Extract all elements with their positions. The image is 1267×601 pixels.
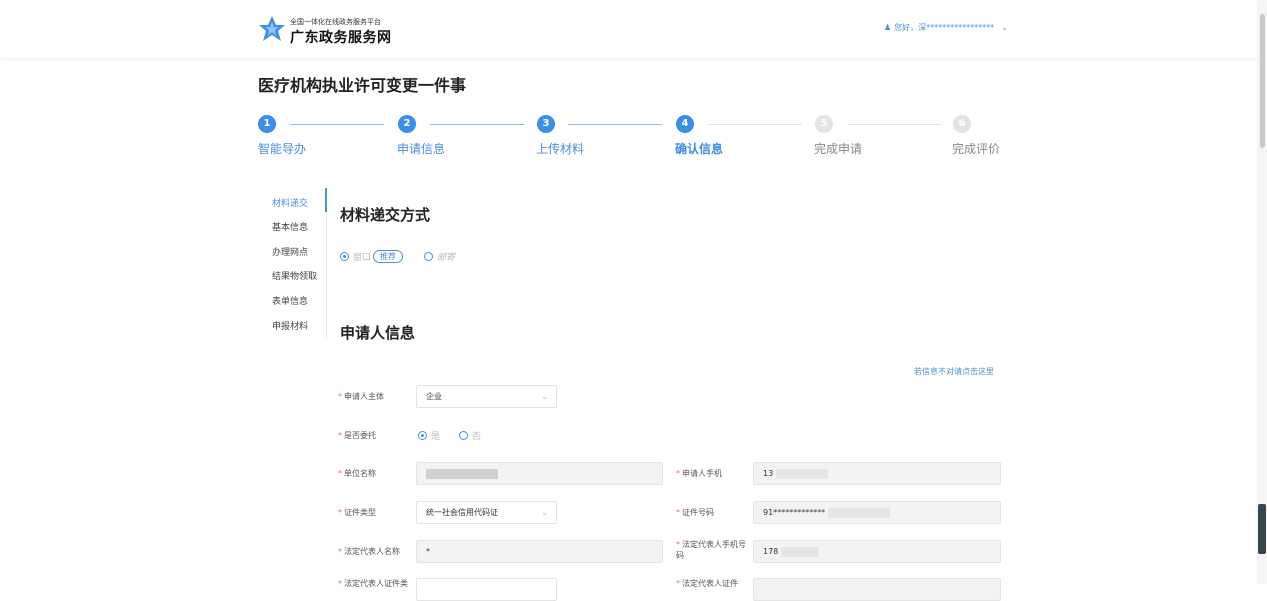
legal-phone-value: 178: [763, 547, 779, 556]
phone-value: 13: [763, 469, 774, 478]
cert-type-select[interactable]: 统一社会信用代码证 ⌄: [416, 501, 557, 524]
step-2-label: 申请信息: [397, 142, 446, 156]
delivery-section-title: 材料递交方式: [340, 206, 431, 224]
user-icon: ♟: [884, 23, 892, 32]
step-6-number: 6: [953, 115, 971, 133]
entrust-yes-option[interactable]: 是: [418, 429, 440, 442]
org-name-field[interactable]: [416, 462, 663, 485]
correction-link[interactable]: 若信息不对请点击这里: [914, 366, 994, 377]
step-5-number: 5: [815, 115, 833, 133]
entrust-label: * 是否委托: [338, 431, 376, 440]
anchor-nav-indicator: [325, 188, 327, 212]
step-3-label: 上传材料: [536, 142, 585, 156]
anchor-item-materials[interactable]: 申报材料: [272, 319, 308, 332]
delivery-option-mail-label: 邮寄: [437, 253, 456, 263]
user-menu[interactable]: ♟ 您好，深***************** ⌄: [884, 22, 1008, 33]
entrust-no-label: 否: [472, 432, 482, 442]
redacted-value: [780, 546, 819, 557]
step-4-label: 确认信息: [675, 142, 724, 156]
site-logo-icon[interactable]: [258, 15, 286, 43]
anchor-item-service-point[interactable]: 办理网点: [272, 245, 308, 258]
legal-phone-field[interactable]: 178: [753, 540, 1001, 563]
legal-name-label: * 法定代表人名称: [338, 547, 400, 556]
phone-field[interactable]: 13: [753, 462, 1001, 485]
redacted-value: [827, 507, 890, 518]
step-4-number: 4: [676, 115, 694, 133]
subject-label: * 申请人主体: [338, 392, 384, 401]
logo-subtitle: 全国一体化在线政务服务平台: [290, 18, 381, 26]
delivery-option-window[interactable]: 窗口 推荐: [340, 250, 404, 263]
legal-name-field[interactable]: *: [416, 540, 663, 563]
phone-label: * 申请人手机: [676, 469, 722, 478]
step-connector: [430, 124, 524, 125]
legal-cert-no-field[interactable]: [753, 578, 1001, 601]
step-2-number: 2: [398, 115, 416, 133]
radio-unchecked-icon[interactable]: [424, 252, 433, 261]
radio-unchecked-icon[interactable]: [459, 431, 468, 440]
subject-value: 企业: [426, 392, 442, 401]
cert-no-value: 91*************: [763, 508, 826, 517]
recommend-badge: 推荐: [373, 250, 404, 263]
step-connector: [847, 124, 941, 125]
logo-title[interactable]: 广东政务服务网: [290, 27, 392, 47]
chevron-down-icon: ⌄: [1001, 23, 1008, 32]
step-connector: [290, 124, 384, 125]
side-float-widget[interactable]: [1258, 504, 1266, 554]
legal-cert-type-select[interactable]: [416, 578, 557, 601]
chevron-down-icon: ⌄: [541, 392, 548, 401]
legal-name-value: *: [426, 547, 430, 556]
anchor-item-delivery[interactable]: 材料递交: [272, 196, 308, 209]
entrust-no-option[interactable]: 否: [459, 429, 481, 442]
radio-checked-icon[interactable]: [340, 252, 349, 261]
applicant-section-title: 申请人信息: [340, 324, 416, 342]
redacted-value: [775, 468, 828, 479]
cert-no-field[interactable]: 91*************: [753, 501, 1001, 524]
redacted-value: [426, 468, 498, 479]
step-1-label: 智能导办: [258, 142, 307, 156]
entrust-yes-label: 是: [431, 432, 441, 442]
top-header: 全国一体化在线政务服务平台 广东政务服务网 ♟ 您好，深************…: [0, 0, 1267, 58]
step-6-label: 完成评价: [952, 142, 1001, 156]
step-connector: [568, 124, 662, 125]
cert-type-value: 统一社会信用代码证: [426, 508, 498, 517]
radio-checked-icon[interactable]: [418, 431, 427, 440]
step-1-number: 1: [258, 115, 276, 133]
anchor-item-basic-info[interactable]: 基本信息: [272, 220, 308, 233]
cert-no-label: * 证件号码: [676, 508, 714, 517]
cert-type-label: * 证件类型: [338, 508, 376, 517]
delivery-option-window-label: 窗口: [353, 253, 372, 263]
step-3-number: 3: [537, 115, 555, 133]
org-name-label: * 单位名称: [338, 469, 376, 478]
scrollbar-thumb[interactable]: [1260, 14, 1265, 148]
page-title: 医疗机构执业许可变更一件事: [258, 76, 467, 95]
anchor-item-form-info[interactable]: 表单信息: [272, 294, 308, 307]
legal-phone-label: * 法定代表人手机号码: [676, 540, 746, 560]
step-5-label: 完成申请: [814, 142, 863, 156]
step-connector: [708, 124, 802, 125]
delivery-option-mail[interactable]: 邮寄: [424, 250, 455, 263]
chevron-down-icon: ⌄: [541, 508, 548, 517]
anchor-item-result-pickup[interactable]: 结果物领取: [272, 269, 317, 282]
subject-select[interactable]: 企业 ⌄: [416, 385, 557, 408]
user-greeting: 您好，深*****************: [894, 23, 995, 32]
